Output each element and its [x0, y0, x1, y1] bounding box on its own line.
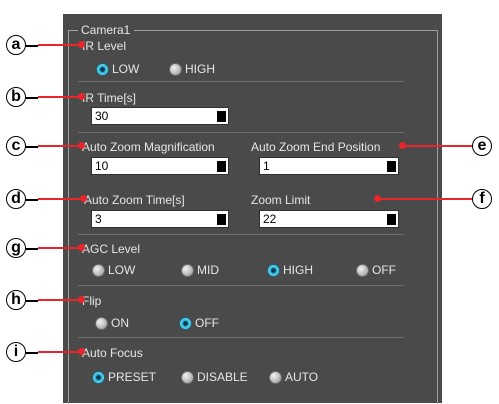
callout-leader-end	[78, 93, 85, 100]
ir-level-low-radio[interactable]: LOW	[96, 62, 139, 76]
ir-time-select[interactable]: 30	[91, 107, 229, 125]
ir-level-low-label: LOW	[112, 62, 140, 76]
radio-selected-icon	[267, 263, 280, 277]
callout-leader-end	[399, 142, 406, 149]
callout-e: e	[472, 136, 492, 156]
auto-focus-auto-radio[interactable]: AUTO	[269, 370, 318, 384]
callout-leader-end	[78, 244, 85, 251]
auto-focus-preset-radio[interactable]: PRESET	[92, 370, 156, 384]
divider	[78, 132, 404, 133]
auto-focus-preset-label: PRESET	[108, 370, 157, 384]
agc-level-high-label: HIGH	[283, 263, 313, 277]
radio-unselected-icon	[95, 316, 108, 330]
callout-i: i	[6, 342, 26, 362]
callout-leader-end	[78, 348, 85, 355]
callout-leader-h	[26, 300, 38, 302]
flip-off-radio[interactable]: OFF	[179, 316, 219, 330]
agc-level-low-label: LOW	[108, 263, 136, 277]
zoom-limit-select[interactable]: 22	[259, 210, 399, 228]
dropdown-arrow-icon[interactable]	[213, 108, 228, 124]
callout-leader-g	[26, 248, 38, 250]
divider	[78, 81, 404, 82]
auto-focus-disable-label: DISABLE	[197, 370, 248, 384]
divider	[78, 285, 404, 286]
radio-selected-icon	[92, 370, 105, 384]
radio-unselected-icon	[269, 370, 282, 384]
callout-leader-end	[80, 195, 87, 202]
auto-zoom-time-select[interactable]: 3	[91, 210, 229, 228]
auto-focus-auto-label: AUTO	[285, 370, 319, 384]
callout-d: d	[6, 189, 26, 209]
ir-level-label: IR Level	[82, 39, 127, 53]
callout-leader-e	[402, 145, 472, 147]
dropdown-arrow-icon[interactable]	[213, 158, 228, 174]
auto-zoom-end-position-select[interactable]: 1	[259, 157, 399, 175]
auto-focus-label: Auto Focus	[82, 346, 143, 360]
agc-level-mid-label: MID	[197, 263, 219, 277]
callout-leader-end	[78, 142, 85, 149]
callout-c: c	[6, 136, 26, 156]
callout-leader-end	[374, 195, 381, 202]
flip-on-label: ON	[111, 316, 129, 330]
auto-zoom-magnification-label: Auto Zoom Magnification	[82, 140, 215, 154]
flip-label: Flip	[82, 294, 102, 308]
callout-leader-end	[78, 41, 85, 48]
callout-leader-h	[38, 299, 80, 301]
radio-unselected-icon	[92, 263, 105, 277]
radio-unselected-icon	[181, 263, 194, 277]
callout-h: h	[6, 290, 26, 310]
radio-unselected-icon	[169, 62, 182, 76]
agc-level-high-radio[interactable]: HIGH	[267, 263, 313, 277]
section-title: Camera1	[78, 22, 135, 38]
radio-selected-icon	[179, 316, 192, 330]
callout-leader-end	[78, 296, 85, 303]
callout-b: b	[6, 87, 26, 107]
radio-selected-icon	[96, 62, 109, 76]
callout-leader-b	[26, 97, 38, 99]
auto-zoom-magnification-select[interactable]: 10	[91, 157, 229, 175]
callout-leader-c	[26, 146, 38, 148]
radio-unselected-icon	[181, 370, 194, 384]
ir-time-value: 30	[95, 109, 109, 123]
dropdown-arrow-icon[interactable]	[383, 211, 398, 227]
zoom-limit-value: 22	[263, 212, 277, 226]
callout-leader-a	[26, 45, 38, 47]
callout-leader-d	[38, 198, 82, 200]
auto-focus-disable-radio[interactable]: DISABLE	[181, 370, 248, 384]
callout-leader-f	[377, 198, 472, 200]
agc-level-low-radio[interactable]: LOW	[92, 263, 135, 277]
callout-leader-d	[26, 199, 38, 201]
callout-g: g	[6, 238, 26, 258]
callout-leader-i	[38, 351, 80, 353]
radio-unselected-icon	[356, 263, 369, 277]
auto-zoom-time-value: 3	[95, 212, 102, 226]
callout-leader-c	[38, 145, 80, 147]
auto-zoom-end-position-value: 1	[263, 159, 270, 173]
ir-level-high-radio[interactable]: HIGH	[169, 62, 215, 76]
dropdown-arrow-icon[interactable]	[213, 211, 228, 227]
agc-level-off-label: OFF	[372, 263, 396, 277]
zoom-limit-label: Zoom Limit	[251, 193, 311, 207]
callout-leader-a	[38, 44, 80, 46]
divider	[78, 337, 404, 338]
auto-zoom-magnification-value: 10	[95, 159, 109, 173]
ir-time-label: IR Time[s]	[82, 91, 137, 105]
callout-leader-i	[26, 352, 38, 354]
agc-level-mid-radio[interactable]: MID	[181, 263, 219, 277]
agc-level-off-radio[interactable]: OFF	[356, 263, 396, 277]
callout-leader-b	[38, 96, 80, 98]
flip-on-radio[interactable]: ON	[95, 316, 129, 330]
flip-off-label: OFF	[195, 316, 219, 330]
agc-level-label: AGC Level	[82, 242, 141, 256]
callout-leader-g	[38, 247, 80, 249]
callout-a: a	[6, 35, 26, 55]
divider	[78, 234, 404, 235]
auto-zoom-time-label: Auto Zoom Time[s]	[84, 193, 185, 207]
ir-level-high-label: HIGH	[185, 62, 215, 76]
callout-f: f	[472, 189, 492, 209]
dropdown-arrow-icon[interactable]	[383, 158, 398, 174]
auto-zoom-end-position-label: Auto Zoom End Position	[251, 140, 381, 154]
